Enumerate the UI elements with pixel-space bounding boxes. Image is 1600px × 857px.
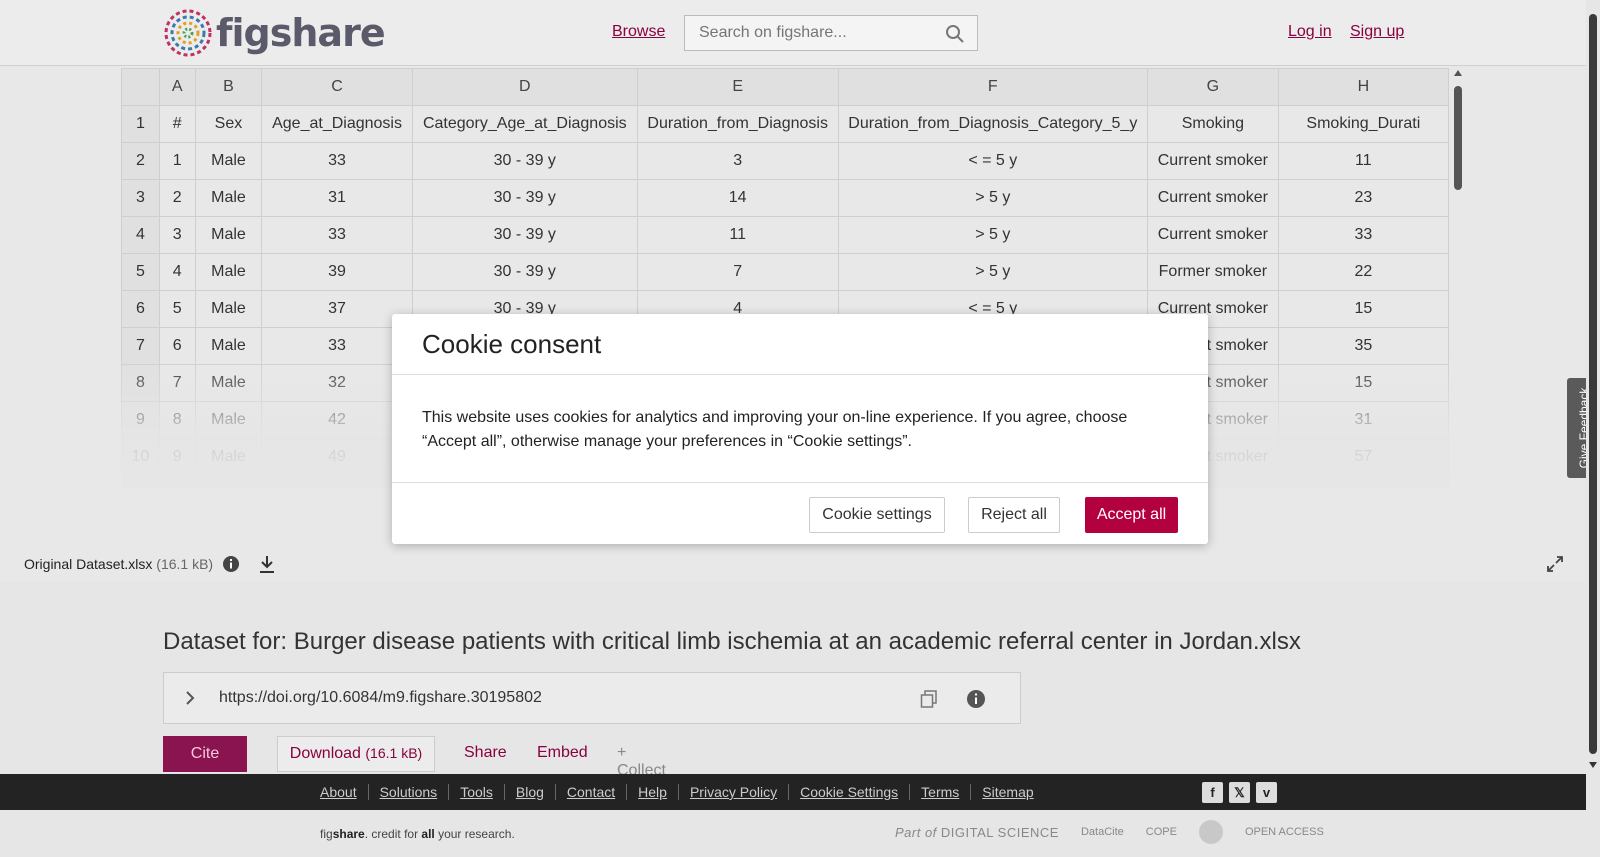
cookie-settings-button[interactable]: Cookie settings	[809, 497, 945, 533]
accept-all-button[interactable]: Accept all	[1085, 497, 1178, 533]
cookie-consent-dialog: Cookie consent This website uses cookies…	[392, 314, 1208, 544]
divider	[392, 482, 1208, 483]
reject-all-button[interactable]: Reject all	[968, 497, 1060, 533]
cookie-dialog-title: Cookie consent	[422, 329, 602, 359]
cookie-dialog-body: This website uses cookies for analytics …	[422, 409, 1128, 450]
divider	[392, 374, 1208, 375]
